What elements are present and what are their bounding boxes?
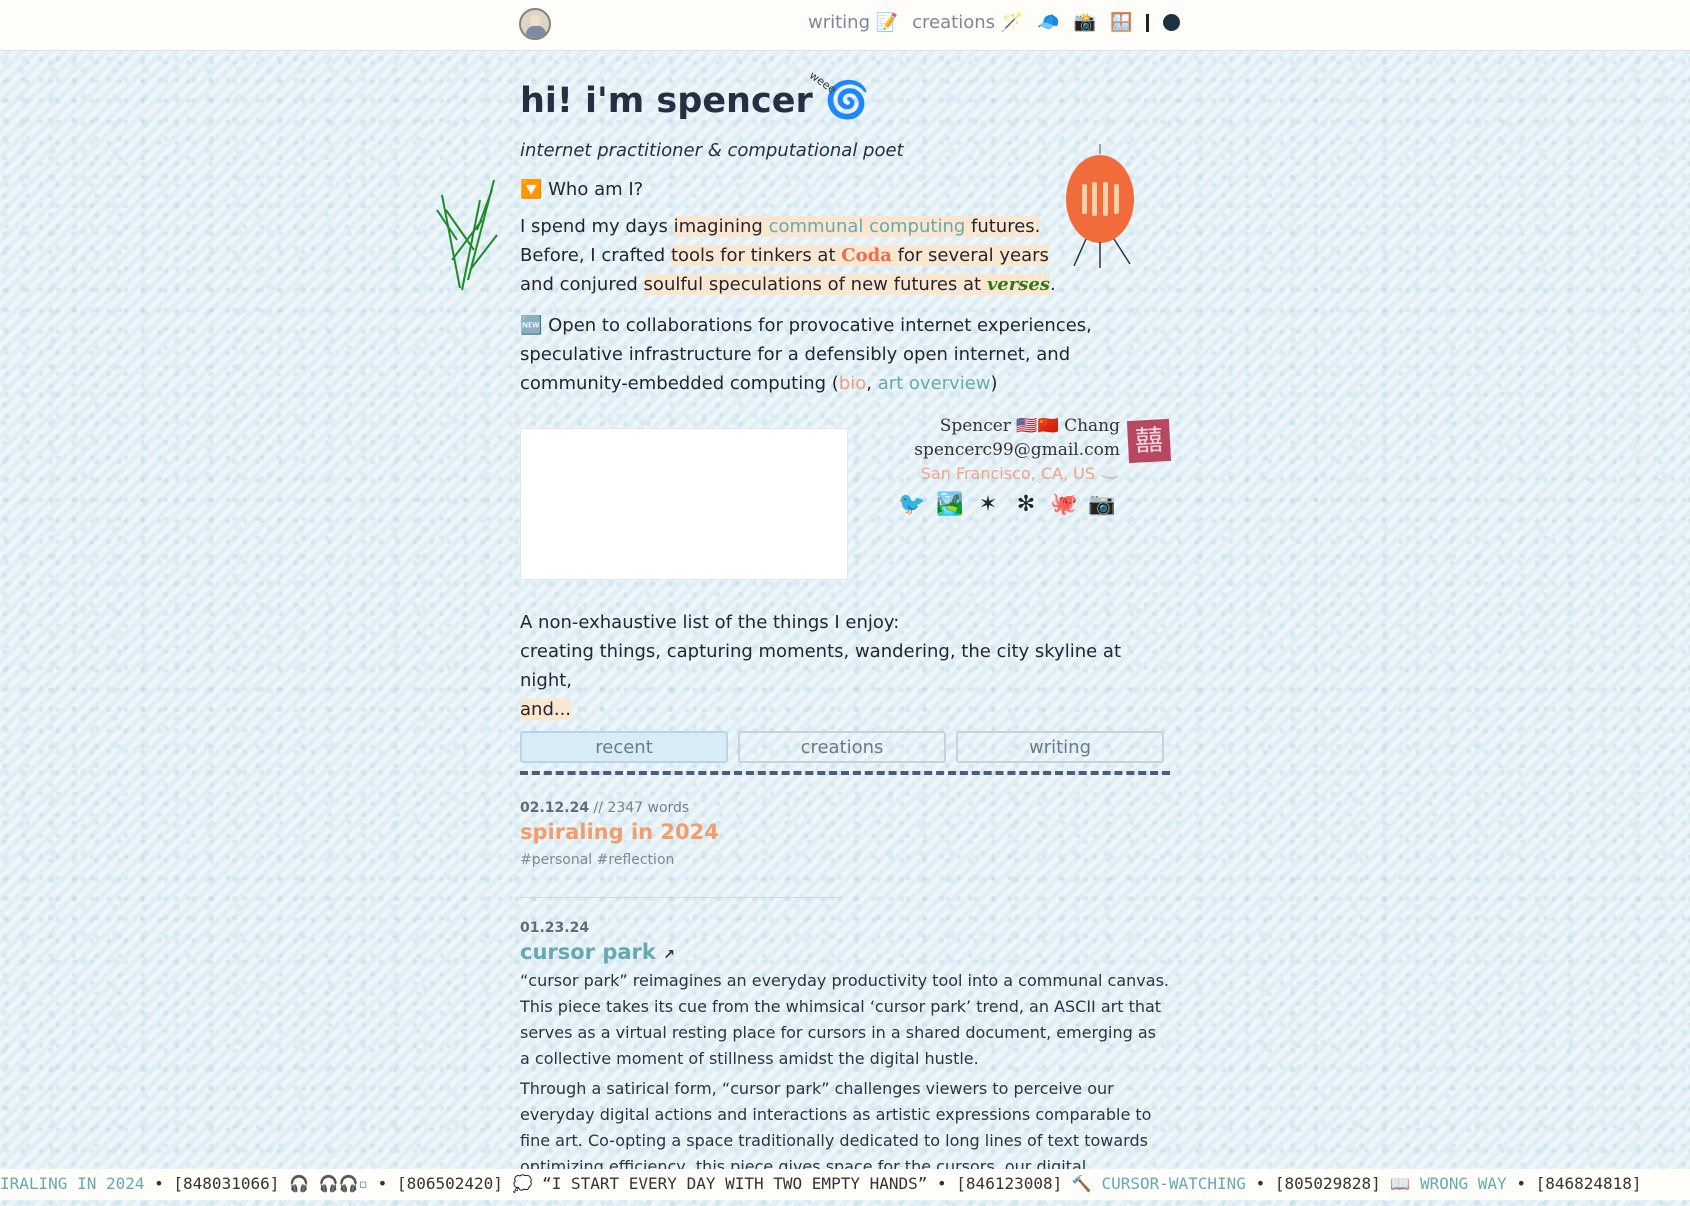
nav-creations[interactable]: creations 🪄	[912, 12, 1023, 33]
post-item: 02.12.24 // 2347 words spiraling in 2024…	[520, 800, 1170, 868]
nav-cap-icon[interactable]: 🧢	[1037, 12, 1059, 33]
nav-window-icon[interactable]: 🪟	[1110, 12, 1132, 33]
enjoy-list: A non-exhaustive list of the things I en…	[520, 608, 1160, 724]
embed-card[interactable]	[520, 428, 848, 580]
post-item: 01.23.24 cursor park ↗ “cursor park” rei…	[520, 920, 1170, 1206]
collaboration-note: 🆕 Open to collaborations for provocative…	[520, 315, 1092, 394]
twitter-icon[interactable]: 🐦	[898, 492, 926, 517]
intro-line-1: I spend my days imagining communal compu…	[520, 216, 1041, 237]
intro-paragraph: I spend my days imagining communal compu…	[520, 212, 1170, 299]
social-links: 🐦 🏞️ ✶ ✻ 🐙 📷	[898, 492, 1116, 517]
github-icon[interactable]: 🐙	[1050, 492, 1078, 517]
nav-separator	[1146, 13, 1150, 32]
nav-camera-icon[interactable]: 📸	[1074, 12, 1096, 33]
art-overview-link[interactable]: art overview	[878, 373, 991, 394]
external-link-icon: ↗	[663, 947, 675, 963]
tab-writing[interactable]: writing	[956, 731, 1164, 763]
page-title: hi! i'm spencer 🌀	[520, 70, 1170, 132]
are-na-icon[interactable]: ✻	[1012, 492, 1040, 517]
contact-block: Spencer 🇺🇸🇨🇳 Chang spencerc99@gmail.com …	[880, 414, 1120, 486]
enjoy-line-1: A non-exhaustive list of the things I en…	[520, 612, 900, 633]
theme-toggle-icon[interactable]	[1163, 14, 1181, 31]
coda-link[interactable]: Coda	[841, 245, 892, 266]
communal-computing-link[interactable]: communal computing	[769, 216, 966, 237]
subtitle: internet practitioner & computational po…	[520, 140, 904, 161]
post-meta: 02.12.24 // 2347 words	[520, 800, 690, 816]
tab-creations[interactable]: creations	[738, 731, 946, 763]
enjoy-line-2: creating things, capturing moments, wand…	[520, 641, 1121, 691]
post-title-link[interactable]: cursor park ↗	[520, 940, 1170, 964]
post-divider	[520, 897, 842, 898]
avatar[interactable]	[519, 8, 551, 40]
verses-link[interactable]: verses	[987, 274, 1050, 295]
instagram-icon[interactable]: 📷	[1088, 492, 1116, 517]
post-title-link[interactable]: spiraling in 2024	[520, 820, 1170, 844]
nav-menu: writing 📝 creations 🪄 🧢 📸 🪟	[808, 12, 1181, 33]
content-tabs: recent creations writing	[520, 731, 1164, 763]
hero: hi! i'm spencer 🌀 weee internet practiti…	[520, 69, 1170, 398]
activity-ticker[interactable]: IRALING IN 2024 • [848031066] 🎧 🎧🎧▫ • [8…	[0, 1169, 1690, 1200]
bio-link[interactable]: bio	[839, 373, 866, 394]
top-nav-bar: writing 📝 creations 🪄 🧢 📸 🪟	[0, 0, 1690, 51]
contact-email[interactable]: spencerc99@gmail.com	[880, 438, 1120, 462]
bluesky-icon[interactable]: ✶	[974, 492, 1002, 517]
tab-recent[interactable]: recent	[520, 731, 728, 763]
grass-doodle-icon	[436, 180, 498, 291]
post-tags[interactable]: #personal #reflection	[520, 852, 1170, 868]
page-title-text: hi! i'm spencer	[520, 81, 813, 121]
nav-writing[interactable]: writing 📝	[808, 12, 898, 33]
intro-line-3: and conjured soulful speculations of new…	[520, 274, 1056, 295]
contact-location: San Francisco, CA, US ☁️	[920, 464, 1120, 483]
post-meta: 01.23.24	[520, 920, 590, 936]
contact-name: Spencer 🇺🇸🇨🇳 Chang	[939, 416, 1120, 436]
enjoy-and-toggle[interactable]: and...	[520, 699, 572, 720]
who-am-i-toggle[interactable]: 🔽 Who am I?	[520, 179, 1170, 200]
post-body-1: “cursor park” reimagines an everyday pro…	[520, 971, 1169, 1068]
tabs-divider	[520, 771, 1170, 775]
intro-line-2: Before, I crafted tools for tinkers at C…	[520, 245, 1049, 266]
double-happiness-stamp-icon: 囍	[1126, 418, 1172, 464]
mastodon-icon[interactable]: 🏞️	[936, 492, 964, 517]
